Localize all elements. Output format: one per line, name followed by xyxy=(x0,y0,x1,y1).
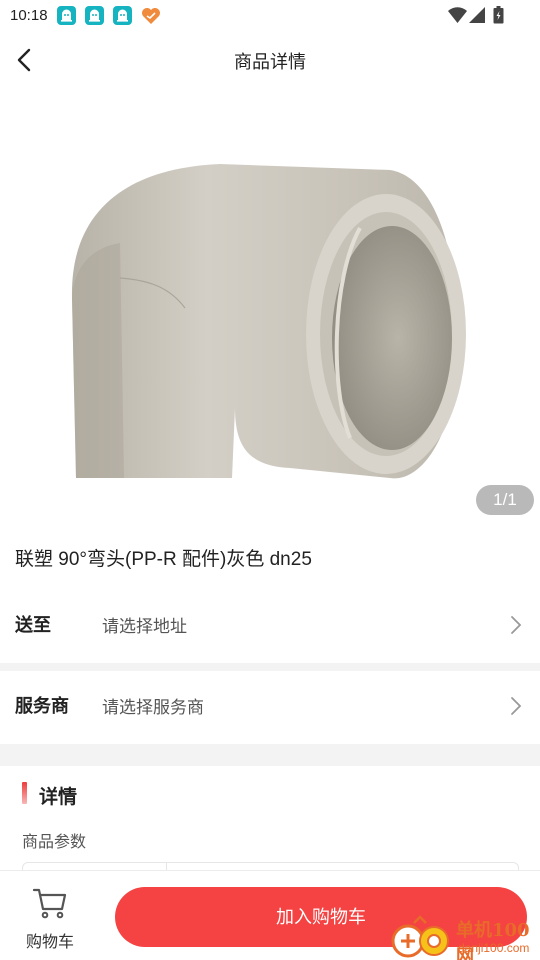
product-gallery[interactable]: 1/1 xyxy=(0,88,540,524)
cart-label: 购物车 xyxy=(25,934,74,951)
watermark-url: danji100.com xyxy=(458,941,530,955)
divider xyxy=(0,744,540,766)
heart-app-icon xyxy=(142,8,160,24)
delivery-address-row[interactable]: 送至 请选择地址 xyxy=(0,591,540,657)
app-notification-icon xyxy=(85,6,104,25)
watermark-logo-icon xyxy=(391,915,449,958)
status-time: 10:18 xyxy=(10,7,48,24)
product-photo xyxy=(71,164,466,479)
battery-icon xyxy=(493,6,504,24)
cart-button[interactable]: 购物车 xyxy=(18,883,82,953)
shopping-cart-icon xyxy=(32,888,67,919)
app-notification-icon xyxy=(113,6,132,25)
chevron-right-icon xyxy=(511,697,522,715)
divider xyxy=(0,663,540,671)
signal-icon xyxy=(469,7,485,23)
delivery-label: 送至 xyxy=(15,615,51,635)
navbar: 商品详情 xyxy=(0,32,540,88)
params-label: 商品参数 xyxy=(22,834,87,851)
page-title: 商品详情 xyxy=(234,52,306,72)
chevron-right-icon xyxy=(511,616,522,634)
watermark: 单机100网 danji100.com xyxy=(388,913,540,960)
section-marker xyxy=(22,782,27,804)
details-title: 详情 xyxy=(39,787,78,808)
product-name: 联塑 90°弯头(PP-R 配件)灰色 dn25 xyxy=(15,549,312,570)
service-label: 服务商 xyxy=(15,696,69,716)
page-indicator: 1/1 xyxy=(476,485,534,515)
wifi-icon xyxy=(448,7,467,23)
app-notification-icon xyxy=(57,6,76,25)
status-bar: 10:18 xyxy=(0,0,540,32)
service-value: 请选择服务商 xyxy=(102,698,204,717)
service-provider-row[interactable]: 服务商 请选择服务商 xyxy=(0,672,540,738)
delivery-value: 请选择地址 xyxy=(102,617,187,636)
details-section: 详情 商品参数 xyxy=(0,766,540,893)
